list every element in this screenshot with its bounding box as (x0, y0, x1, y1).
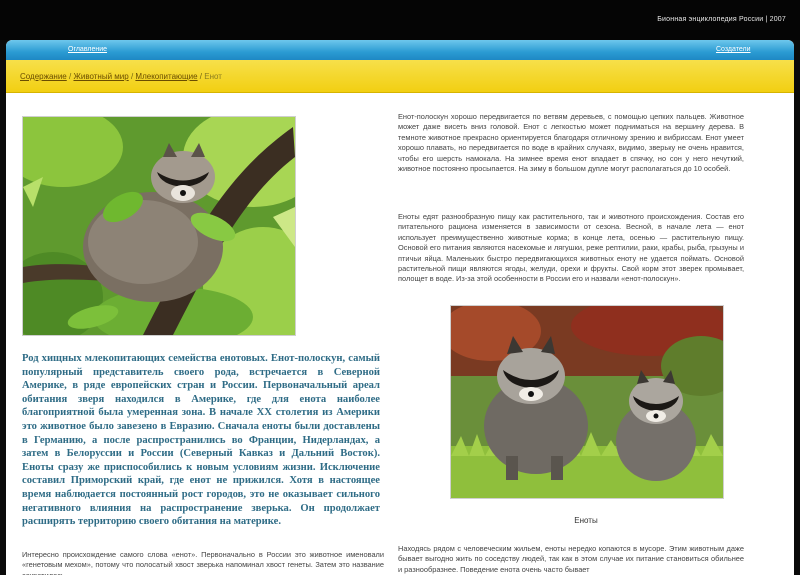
breadcrumb-current: Енот (204, 72, 222, 81)
paragraph-name-origin: Интересно происхождение самого слова «ен… (22, 550, 384, 575)
paragraph-climbing: Енот-полоскун хорошо передвигается по ве… (398, 112, 744, 174)
breadcrumb-separator: / (199, 72, 203, 81)
top-bar: Бионная энциклопедия России | 2007 (0, 0, 800, 40)
breadcrumb-bar: Содержание / Животный мир / Млекопитающи… (6, 60, 794, 93)
breadcrumb-separator: / (69, 72, 72, 81)
breadcrumb-separator: / (130, 72, 134, 81)
two-raccoons-photo (450, 305, 724, 499)
nav-bar: Оглавление Создатели (6, 40, 794, 60)
page-frame: Оглавление Создатели Содержание / Животн… (6, 40, 794, 575)
nav-home-link[interactable]: Оглавление (68, 46, 107, 53)
site-credit: Бионная энциклопедия России | 2007 (657, 16, 786, 23)
nav-creators-link[interactable]: Создатели (716, 46, 751, 53)
photo-caption: Еноты (574, 516, 598, 525)
raccoon-in-tree-photo (22, 116, 296, 336)
breadcrumb: Содержание / Животный мир / Млекопитающи… (20, 72, 222, 81)
paragraph-food: Еноты едят разнообразную пищу как растит… (398, 212, 744, 284)
breadcrumb-contents-link[interactable]: Содержание (20, 72, 67, 81)
lead-paragraph: Род хищных млекопитающих семейства еното… (22, 353, 380, 528)
paragraph-near-humans: Находясь рядом с человеческим жильем, ен… (398, 544, 744, 574)
breadcrumb-mammals-link[interactable]: Млекопитающие (135, 72, 197, 81)
breadcrumb-animals-link[interactable]: Животный мир (73, 72, 128, 81)
